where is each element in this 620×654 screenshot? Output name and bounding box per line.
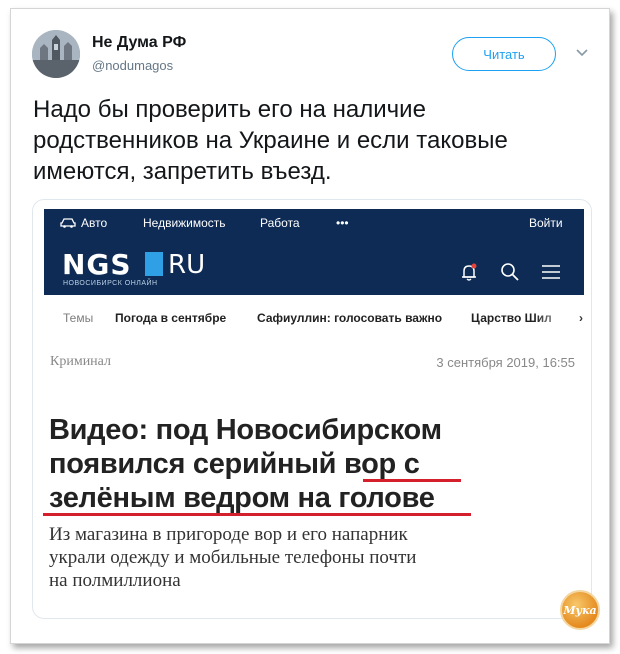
lead-line: на полмиллиона — [49, 570, 181, 591]
nav-auto[interactable]: Авто — [81, 216, 107, 230]
article-rubric[interactable]: Криминал — [50, 354, 111, 370]
bell-icon[interactable] — [458, 261, 480, 283]
headline-underline — [363, 479, 461, 482]
article-headline[interactable]: Видео: под Новосибирском появился серийн… — [49, 413, 569, 515]
car-icon — [60, 218, 76, 228]
headline-line: зелёным ведром на голове — [49, 482, 435, 514]
login-link[interactable]: Войти — [529, 216, 563, 230]
nav-realty[interactable]: Недвижимость — [143, 216, 226, 230]
watermark-logo: Мука — [560, 590, 600, 630]
nav-more[interactable]: ••• — [336, 216, 349, 230]
author-name[interactable]: Не Дума РФ — [92, 34, 186, 52]
logo-bar — [145, 252, 163, 276]
article-date: 3 сентября 2019, 16:55 — [436, 355, 575, 370]
author-avatar[interactable] — [32, 30, 80, 78]
ngs-header: Авто Недвижимость Работа ••• Войти NGS R… — [44, 209, 584, 295]
topics-fade — [535, 304, 575, 332]
tweet-text: Надо бы проверить его на наличие родстве… — [33, 94, 593, 187]
topics-label: Темы — [63, 311, 94, 325]
tweet-text-line: имеются, запретить въезд. — [33, 158, 332, 185]
headline-line: Видео: под Новосибирском — [49, 414, 442, 446]
article-lead: Из магазина в пригороде вор и его напарн… — [49, 523, 569, 592]
lead-line: Из магазина в пригороде вор и его напарн… — [49, 524, 408, 545]
menu-icon[interactable] — [540, 261, 562, 283]
author-handle[interactable]: @nodumagos — [92, 58, 173, 73]
topic-item[interactable]: Сафиуллин: голосовать важно — [257, 311, 442, 325]
topics-bar: Темы Погода в сентябре Сафиуллин: голосо… — [33, 304, 591, 332]
search-icon[interactable] — [499, 261, 521, 283]
ngs-logo[interactable]: NGS — [62, 248, 132, 281]
logo-subtitle: НОВОСИБИРСК ОНЛАЙН — [63, 280, 158, 287]
tweet-text-line: родственников на Украине и если таковые — [33, 127, 508, 154]
article-card[interactable]: Авто Недвижимость Работа ••• Войти NGS R… — [32, 199, 592, 619]
tweet-text-line: Надо бы проверить его на наличие — [33, 96, 426, 123]
lead-line: украли одежду и мобильные телефоны почти — [49, 547, 417, 568]
headline-line: появился серийный вор с — [49, 448, 420, 480]
ngs-top-nav: Авто Недвижимость Работа ••• Войти — [44, 209, 584, 235]
headline-underline — [43, 513, 471, 516]
follow-button[interactable]: Читать — [452, 37, 556, 71]
chevron-right-icon[interactable]: › — [579, 311, 583, 325]
nav-jobs[interactable]: Работа — [260, 216, 300, 230]
topic-item[interactable]: Погода в сентябре — [115, 311, 226, 325]
ngs-logo-ru[interactable]: RU — [168, 250, 205, 280]
chevron-down-icon[interactable] — [574, 44, 590, 60]
